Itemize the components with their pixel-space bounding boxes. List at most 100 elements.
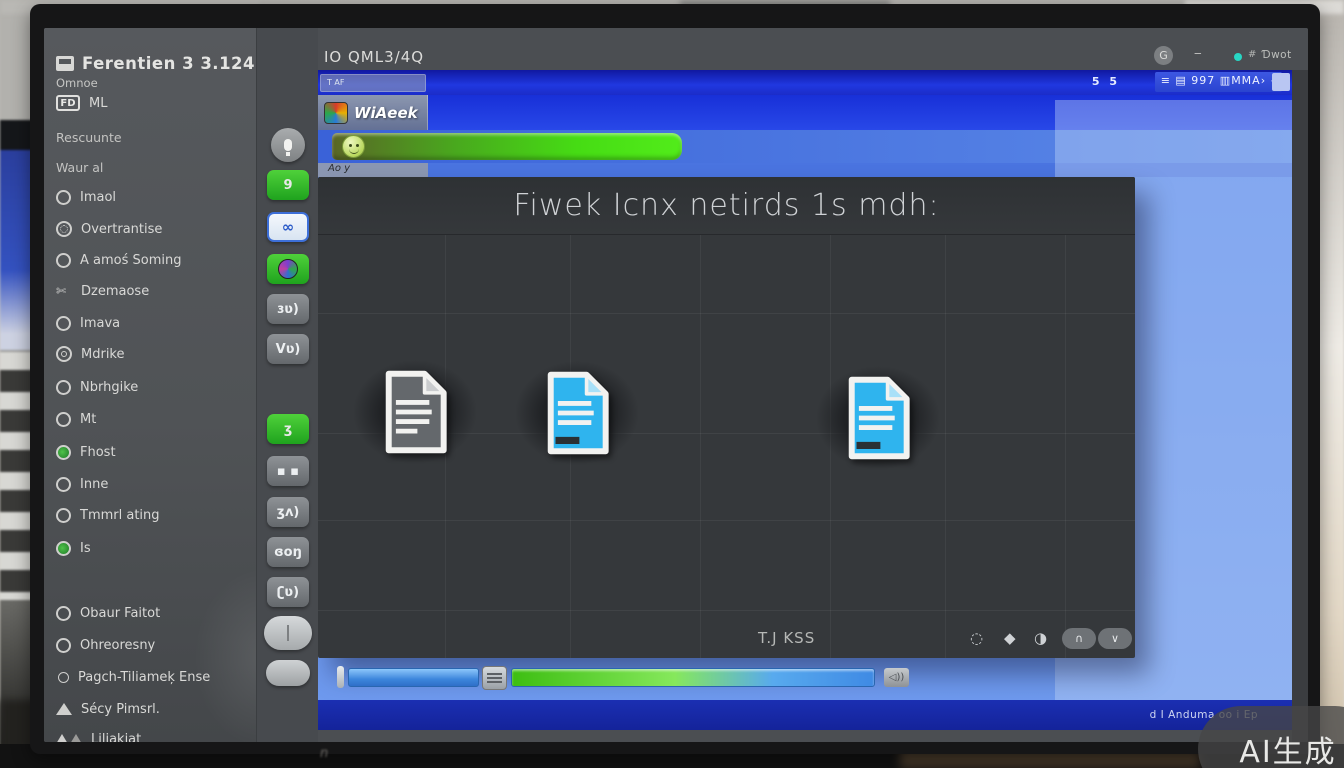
circle-icon [56,606,71,621]
sidebar-section-rescuunte[interactable]: Rescuunte [56,126,252,148]
mountains-icon [56,734,82,742]
circle-icon [56,508,71,523]
sidebar-item-mdrike[interactable]: Mdrike [56,343,252,365]
sidebar-item-label: Is [80,541,91,556]
minimize-icon[interactable]: ‒ [1194,46,1202,60]
fd-badge-icon: FD [56,95,80,111]
mountain-icon [56,703,72,715]
tape-button[interactable]: ɜʋ) [267,294,309,324]
topbar-status-text: Ɗwot [1262,49,1292,61]
dotted-circle-icon[interactable]: ◌ [970,629,983,647]
sidebar-item-label: Dzemaose [81,284,149,299]
swirl-button[interactable] [267,254,309,284]
screen-topbar: IO QML3/4Q G ‒ # Ɗwot [318,28,1308,70]
app-header: Ferentien 3 3.124MGa [56,52,252,74]
dialog: Fiwek Icnx netirds 1s mdh: [318,177,1135,658]
window-titlebar[interactable]: 5 5 ≡ ▤ 997 ▥MMA› ‹ [318,70,1292,95]
sidebar-section-waur-al[interactable]: Waur al [56,156,252,178]
small-tab[interactable]: T AF [320,74,426,92]
microphone-button[interactable] [271,128,305,162]
cap-up-button[interactable]: ∩ [1062,628,1096,649]
tab-winek[interactable]: WiAeek [318,95,428,130]
pie-circle-icon[interactable]: ◑ [1034,629,1047,647]
circle-icon [56,412,71,427]
sidebar-item-obaur-faitot[interactable]: Obaur Faitot [56,602,252,624]
monitor-brand-logo: n [320,746,328,761]
nine-button[interactable]: 9 [267,170,309,200]
sidebar-item-label: Tmmrl ating [80,508,160,523]
document-blue-icon [538,370,616,456]
grid-line [318,520,1135,521]
file-item-gray[interactable] [353,360,477,464]
grid-line [945,235,946,658]
sidebar-item-label: Obaur Faitot [80,606,160,621]
main-area: IO QML3/4Q G ‒ # Ɗwot 5 5 ≡ ▤ 997 ▥MMA› … [318,28,1308,742]
sidebar-item-label: Pagch-Tiliameķ Ense [78,670,210,685]
circle-icon [56,477,71,492]
circle-icon [58,672,69,683]
sidebar-item-inne[interactable]: Inne [56,473,252,495]
sidebar-item-label: Nbrhgike [80,380,138,395]
microphone-icon [284,139,292,151]
hash-icon: # [1248,49,1256,60]
scissors-icon: ✄ [56,284,72,298]
file-item-blue-1[interactable] [515,361,639,465]
grip-button[interactable] [482,666,507,690]
slider-handle[interactable] [337,666,344,688]
topbar-title: IO QML3/4Q [324,48,424,66]
sidebar-item-label: Fhost [80,445,116,460]
video-button[interactable]: Vʋ) [267,334,309,364]
sidebar-item-ohreoresny[interactable]: Ohreoresny [56,634,252,656]
sidebar-item-label: Waur al [56,160,103,175]
sidebar-item-pagch-tiliames[interactable]: Pagch-Tiliameķ Ense [56,666,252,688]
sidebar-item-ml[interactable]: FD ML [56,92,252,114]
toolbar-column: 9 ∞ ɜʋ) Vʋ) ʒ ▪ ▪ ʒʌ) ɞoŋ ʗʋ) [256,28,318,742]
sidebar-item-label: A amoś Soming [80,253,182,268]
squares-button[interactable]: ▪ ▪ [267,456,309,486]
sidebar-item-tmmrl-ating[interactable]: Tmmrl ating [56,504,252,526]
pill-blank-button[interactable] [266,660,310,686]
sidebar-item-label: Mt [80,412,96,427]
zha-button[interactable]: ʒʌ) [267,497,309,527]
sidebar-item-liliakiat[interactable]: Liliakiat [56,728,252,742]
sidebar-item-fhost[interactable]: Fhost [56,441,252,463]
check-down-button[interactable]: ∨ [1098,628,1132,649]
sidebar-item-imaol[interactable]: Imaol [56,186,252,208]
zeta-button[interactable]: ʒ [267,414,309,444]
sidebar-item-mt[interactable]: Mt [56,408,252,430]
screen-right-edge [1292,70,1308,742]
eon-button[interactable]: ɞoŋ [267,537,309,567]
sidebar-item-soming[interactable]: A amoś Soming [56,249,252,271]
titlebar-icon-cluster[interactable]: ≡ ▤ 997 ▥MMA› ‹ [1155,72,1282,92]
window-footer: d I Anduma oo i Ep [318,700,1292,730]
green-dot-icon [56,541,71,556]
circle-icon [56,190,71,205]
sidebar: Ferentien 3 3.124MGa Omnoe FD ML Rescuun… [44,28,256,742]
green-blue-progress-bar [511,668,875,687]
pill-divider-button[interactable] [264,616,312,650]
sidebar-item-dzemaose[interactable]: ✄ Dzemaose [56,280,252,302]
sidebar-item-is[interactable]: Is [56,537,252,559]
dialog-status-text: T.J KSS [758,629,815,647]
sidebar-item-secy-pimsrl[interactable]: Sécy Pimsrl. [56,698,252,720]
cv-button[interactable]: ʗʋ) [267,577,309,607]
sub-tab[interactable]: Ao y [318,163,428,177]
green-dot-icon [56,445,71,460]
grid-line [318,313,1135,314]
sidebar-item-overtrantise[interactable]: Overtrantise [56,218,252,240]
sidebar-item-label: Ohreoresny [80,638,155,653]
circle-icon [56,380,71,395]
window-badge-icon[interactable]: G [1154,46,1173,65]
link-button[interactable]: ∞ [267,212,309,242]
sidebar-item-label: Imava [80,316,120,331]
titlebar-numbers: 5 5 [1092,75,1120,88]
sidebar-item-nbrhgike[interactable]: Nbrhgike [56,376,252,398]
swirl-icon [278,259,298,279]
sidebar-item-label: Imaol [80,190,116,205]
titlebar-corner-button[interactable] [1272,73,1290,91]
speaker-icon[interactable]: ◁)) [884,668,909,687]
document-blue-icon [839,375,917,461]
diamond-icon[interactable]: ◆ [1004,629,1016,647]
sidebar-item-imava[interactable]: Imava [56,312,252,334]
file-item-blue-2[interactable] [816,366,940,470]
